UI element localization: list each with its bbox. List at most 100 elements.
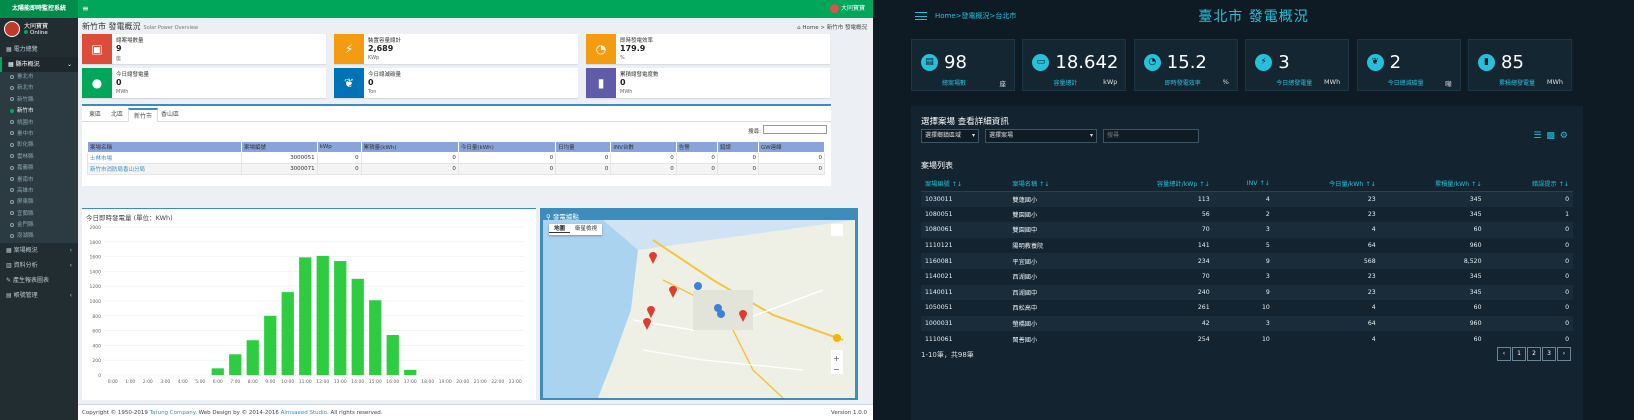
sidebar-subitem[interactable]: 澎湖縣 (0, 231, 78, 243)
table-row[interactable]: 1110121 陽明教養院 141 5 64 960 0 (921, 238, 1573, 254)
sidebar-item-accounts[interactable]: ▤ 帳號管理 ‹ (0, 288, 78, 303)
table-row[interactable]: 1140021 西湖國小 70 3 23 345 0 (921, 269, 1573, 285)
breadcrumb-home[interactable]: Home (802, 25, 818, 31)
tab-north[interactable]: 北區 (106, 108, 128, 122)
settings-icon[interactable]: ⚙ (1560, 131, 1573, 141)
zoom-in-icon[interactable]: + (833, 354, 840, 363)
pagination-button[interactable]: ‹ (1497, 347, 1511, 361)
sidebar-subitem[interactable]: 彰化縣 (0, 140, 78, 152)
table-cell: 42 (1095, 315, 1214, 332)
tab-xiangshan[interactable]: 香山區 (156, 108, 184, 122)
table-header-cell[interactable]: 案場名稱 (87, 141, 242, 153)
brand-logo[interactable]: 太陽能即時監控系統 (0, 0, 78, 18)
sidebar-item-site-overview[interactable]: ▦ 案場概況 ‹ (0, 243, 78, 258)
view-toggles: ☰▩⚙ (1533, 131, 1573, 141)
table-cell: 23 (1367, 210, 1376, 218)
map-view[interactable]: + − 地圖 衛星檢視 (543, 220, 855, 398)
table-header-cell[interactable]: 案場名稱 ↑↓ (1008, 176, 1096, 192)
table-header-cell[interactable]: 案場編號 (241, 141, 318, 153)
table-body: 士林市場 3000051 0 0 0 0 0 0 0 0 新竹市消防局香山分局 3000071 0 0 0 0… (87, 152, 826, 175)
table-header-cell[interactable]: kWp (316, 141, 362, 153)
table-header-cell[interactable]: 今日量(kWh) (457, 141, 557, 153)
sidebar-subitem[interactable]: 桃園市 (0, 117, 78, 129)
sidebar-subitem[interactable]: 嘉義縣 (0, 163, 78, 175)
table-header-cell[interactable]: 案場編號 ↑↓ (921, 176, 1009, 192)
chart-view-icon[interactable]: ▩ (1546, 131, 1560, 141)
company-link[interactable]: Tatung Company (150, 410, 196, 416)
fullscreen-icon[interactable] (831, 224, 843, 236)
tab-hsinchu-city[interactable]: 新竹市 (128, 108, 159, 122)
user-menu[interactable]: 大同寶寶 (829, 4, 865, 14)
sidebar-item-power-overview[interactable]: ▦ 電力總覽 (0, 42, 78, 57)
x-tick-label: 15:00 (369, 379, 382, 385)
table-row[interactable]: 新竹市消防局香山分局 3000071 0 0 0 0 0 0 0 0 (87, 163, 826, 175)
pegman-icon[interactable] (833, 334, 841, 342)
sidebar-subitem[interactable]: 臺南市 (0, 174, 78, 186)
table-cell: 56 (1201, 210, 1210, 218)
pagination-button[interactable]: 2 (1527, 347, 1541, 361)
pagination-button[interactable]: 3 (1542, 347, 1556, 361)
tab-east[interactable]: 東區 (84, 108, 106, 122)
table-row[interactable]: 1140011 西湖國中 240 9 23 345 0 (921, 284, 1573, 301)
zoom-out-icon[interactable]: − (833, 365, 840, 374)
pagination-button[interactable]: › (1557, 347, 1571, 361)
site-name-link[interactable]: 新竹市消防局香山分局 (87, 163, 242, 175)
bar (351, 278, 364, 375)
sidebar-item-label: 縣市概況 (15, 61, 40, 68)
search-input[interactable] (763, 125, 827, 134)
hamburger-icon[interactable]: ≡ (82, 4, 89, 14)
pagination-button[interactable]: 1 (1512, 347, 1526, 361)
table-cell: 345 (1469, 273, 1482, 281)
district-select-value: 選擇鄉鎮區域 (925, 132, 962, 139)
sidebar-subitem[interactable]: 屏東縣 (0, 197, 78, 209)
cluster-marker-icon[interactable] (717, 310, 725, 318)
table-header-cell[interactable]: 告警 (675, 141, 718, 153)
sidebar-item-data-analysis[interactable]: ▥ 資料分析 ‹ (0, 258, 78, 273)
sidebar-subitem[interactable]: 臺中市 (0, 128, 78, 141)
table-cell: 0 (316, 152, 362, 164)
table-header-cell[interactable]: 錯誤提示 ↑↓ (1485, 176, 1573, 192)
bar-chart: 0 200 400 600 800 1000 1200 1400 1600 1800 2000 0:0… (90, 225, 524, 385)
table-row[interactable]: 1080051 雙園國小 56 2 23 345 1 (921, 207, 1573, 223)
sidebar-subitem[interactable]: 新北市 (0, 83, 78, 95)
sidebar-subitem[interactable]: 金門縣 (0, 220, 78, 232)
cluster-marker-icon[interactable] (694, 282, 702, 290)
map-type-satellite-button[interactable]: 衛星檢視 (570, 226, 602, 232)
copyright-mid: . Web Design by © 2014-2016 (195, 410, 281, 416)
sidebar-subitem[interactable]: 高雄市 (0, 185, 78, 198)
sidebar-item-reports[interactable]: ✎ 產生報表圖表 (0, 273, 78, 288)
kpi-label: 今日總減碳量 (1387, 80, 1424, 87)
table-header-cell[interactable]: INV ↑↓ (1213, 176, 1274, 192)
table-row[interactable]: 1030011 雙蓮國小 113 4 23 345 0 (921, 191, 1573, 207)
table-row[interactable]: 1160081 平宜國小 234 9 568 8,520 0 (921, 253, 1573, 269)
gauge-icon: ◔ (1143, 54, 1161, 71)
site-select[interactable]: 選擇案場 ▾ (985, 129, 1097, 143)
studio-link[interactable]: Almsaeed Studio (281, 410, 327, 416)
district-select[interactable]: 選擇鄉鎮區域 ▾ (921, 129, 979, 143)
table-header-cell[interactable]: 日均量 (555, 141, 612, 153)
table-row[interactable]: 1080061 雙園國中 70 3 4 60 0 (921, 222, 1573, 238)
sidebar-subitem[interactable]: 臺北市 (0, 72, 78, 84)
sidebar-subitem[interactable]: 雲林縣 (0, 151, 78, 164)
sidebar-subitem[interactable]: 新竹市 (0, 106, 78, 118)
table-row[interactable]: 1110061 閩善國小 254 10 4 60 0 (921, 331, 1573, 347)
sidebar-item-county-overview[interactable]: ▦ 縣市概況 ⌄ (0, 57, 78, 72)
user-name: 大同寶寶 (840, 5, 865, 12)
table-header-cell[interactable]: GW連線 (757, 141, 826, 153)
sidebar-subitem[interactable]: 新竹縣 (0, 94, 78, 107)
table-header-cell[interactable]: INV台數 (610, 141, 677, 153)
table-header-cell[interactable]: 錯誤 (716, 141, 759, 153)
sidebar-subitem[interactable]: 宜蘭縣 (0, 208, 78, 221)
table-row[interactable]: 1000031 螢橋國小 42 3 64 960 0 (921, 315, 1573, 332)
list-view-icon[interactable]: ☰ (1533, 131, 1546, 141)
search-input[interactable] (1103, 129, 1199, 143)
table-header-cell[interactable]: 累積量(kWh) (360, 141, 459, 153)
table-header-cell[interactable]: 今日量/kWh ↑↓ (1273, 176, 1380, 192)
table-header-cell[interactable]: 容量總計/kWp ↑↓ (1095, 176, 1214, 192)
x-tick-label: 1:00 (125, 379, 135, 385)
table-row[interactable]: 1050051 西松高中 261 10 4 60 0 (921, 300, 1573, 316)
table-header-cell[interactable]: 累積量/kWh ↑↓ (1379, 176, 1486, 192)
table-row[interactable]: 士林市場 3000051 0 0 0 0 0 0 0 0 (87, 152, 826, 164)
map-type-map-button[interactable]: 地圖 (549, 226, 571, 233)
site-name-link[interactable]: 士林市場 (87, 152, 242, 164)
